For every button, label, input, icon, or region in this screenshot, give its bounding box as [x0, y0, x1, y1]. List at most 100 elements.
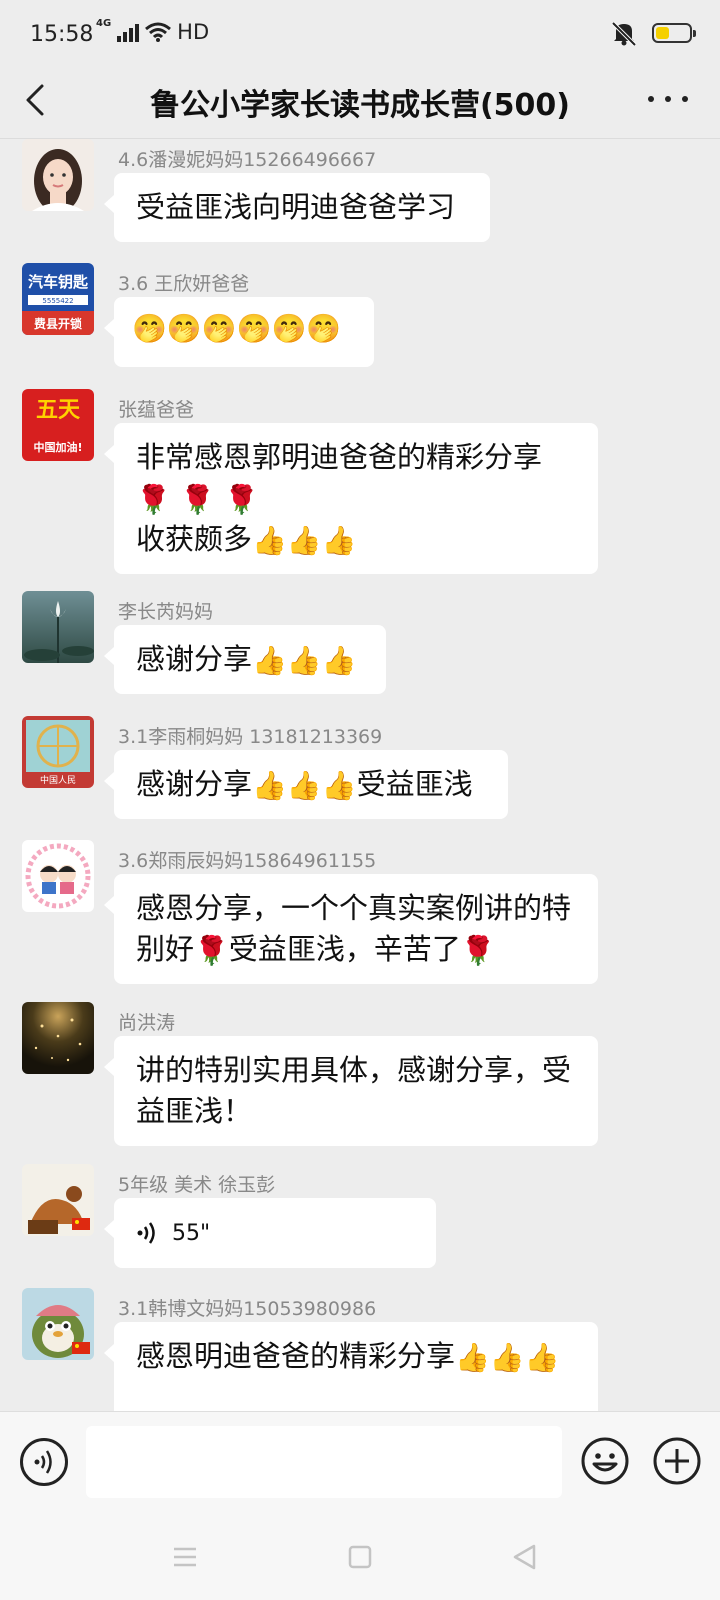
status-time: 15:58	[30, 22, 94, 47]
sender-name: 4.6潘漫妮妈妈15266496667	[118, 149, 377, 171]
message-text: 受益匪浅向明迪爸爸学习	[136, 190, 456, 224]
message-text: 感谢分享	[136, 642, 253, 676]
emoji: 🤭	[236, 312, 272, 345]
rose-emoji: 🌹	[460, 934, 496, 967]
thumbs-up-emoji: 👍	[286, 769, 322, 802]
mute-bell-icon	[611, 21, 637, 46]
status-right	[610, 20, 696, 46]
thumbs-up-emoji: 👍	[286, 644, 322, 677]
voice-toggle-icon	[34, 1450, 52, 1474]
avatar-text: 汽车钥匙	[28, 273, 89, 291]
rose-emoji: 🌹	[224, 483, 260, 516]
message-text: 受益匪浅	[356, 767, 473, 801]
input-bar	[0, 1411, 720, 1512]
home-button[interactable]	[343, 1540, 377, 1574]
thumbs-up-emoji: 👍	[524, 1341, 560, 1374]
dot	[682, 96, 688, 102]
sender-name: 3.1韩博文妈妈15053980986	[118, 1298, 377, 1320]
avatar[interactable]	[22, 591, 94, 663]
thumbs-up-emoji: 👍	[286, 524, 322, 557]
emoji: 🤭	[271, 312, 307, 345]
message-bubble[interactable]: 感谢分享👍👍👍受益匪浅	[104, 750, 508, 819]
sender-name: 3.6 王欣妍爸爸	[118, 273, 250, 295]
signal-icon	[117, 22, 140, 42]
message-text: 感恩明迪爸爸的精彩分享	[136, 1339, 456, 1373]
emoji: 🤭	[201, 312, 237, 345]
rose-emoji: 🌹	[136, 483, 171, 516]
avatar[interactable]	[22, 139, 94, 211]
avatar[interactable]: 中国人民	[22, 716, 94, 788]
avatar[interactable]: 五天 中国加油!	[22, 389, 94, 461]
message-text: 非常感恩郭明迪爸爸的精彩分享	[136, 440, 543, 474]
rose-emoji: 🌹	[194, 934, 229, 967]
message-text: 感谢分享	[136, 767, 253, 801]
message-bubble[interactable]: 非常感恩郭明迪爸爸的精彩分享 🌹 🌹 🌹 收获颇多👍👍👍	[104, 423, 598, 574]
message-bubble[interactable]: 感恩分享，一个个真实案例讲的特 别好🌹受益匪浅，辛苦了🌹	[104, 874, 598, 984]
thumbs-up-emoji: 👍	[252, 524, 287, 557]
message-bubble[interactable]: 讲的特别实用具体，感谢分享，受 益匪浅！	[104, 1036, 598, 1146]
message-text: 感恩分享，一个个真实案例讲的特	[136, 891, 572, 925]
avatar[interactable]	[22, 1002, 94, 1074]
voice-toggle-button[interactable]	[20, 1438, 68, 1486]
back-triangle-icon	[513, 1544, 536, 1570]
avatar-text: 5555422	[42, 297, 73, 305]
thumbs-up-emoji: 👍	[321, 644, 357, 677]
sender-name: 李长芮妈妈	[118, 601, 214, 623]
voice-message-bubble[interactable]: 55"	[104, 1198, 436, 1268]
avatar[interactable]	[22, 840, 94, 912]
sender-name: 张蕴爸爸	[118, 399, 195, 421]
emoji: 🤭	[306, 312, 342, 345]
menu-lines-icon	[174, 1547, 196, 1567]
rose-emoji: 🌹	[180, 483, 215, 516]
emoji-row: 🌹 🌹 🌹	[136, 478, 576, 519]
message-line: 收获颇多👍👍👍	[136, 519, 576, 560]
thumbs-up-emoji: 👍	[321, 769, 357, 802]
recents-button[interactable]	[168, 1540, 202, 1574]
avatar-text: 中国加油!	[33, 440, 82, 454]
sender-name: 3.1李雨桐妈妈 13181213369	[118, 726, 383, 748]
avatar[interactable]	[22, 1288, 94, 1360]
emoji-face-icon	[581, 1437, 629, 1485]
chat-title: 鲁公小学家长读书成长营(500)	[149, 88, 571, 123]
message-text: 益匪浅！	[136, 1094, 253, 1128]
avatar-text: 五天	[36, 397, 81, 423]
dot	[665, 96, 671, 102]
thumbs-up-emoji: 👍	[489, 1341, 525, 1374]
message-list[interactable]: 4.6潘漫妮妈妈15266496667 受益匪浅向明迪爸爸学习 汽车钥匙 555…	[0, 139, 720, 1411]
hd-label: HD	[177, 20, 210, 44]
battery-icon	[652, 23, 696, 43]
more-actions-button[interactable]	[652, 1436, 702, 1486]
chat-header: 鲁公小学家长读书成长营(500)	[0, 66, 720, 139]
message-text: 讲的特别实用具体，感谢分享，受	[136, 1053, 572, 1087]
emoji: 🤭	[132, 312, 167, 345]
avatar[interactable]	[22, 1164, 94, 1236]
voice-wave-icon	[137, 1222, 155, 1244]
thumbs-up-emoji: 👍	[321, 524, 357, 557]
message-text: 收获颇多	[136, 522, 253, 556]
message-bubble[interactable]: 感谢分享👍👍👍	[104, 625, 386, 694]
system-back-button[interactable]	[508, 1540, 542, 1574]
avatar[interactable]: 汽车钥匙 5555422 费县开锁	[22, 263, 94, 335]
sender-name: 3.6郑雨辰妈妈15864961155	[118, 850, 377, 872]
system-navigation-bar	[0, 1512, 720, 1600]
voice-duration: 55"	[172, 1220, 211, 1246]
status-bar: 15:58 4G HD	[0, 0, 720, 70]
message-bubble[interactable]: 受益匪浅向明迪爸爸学习	[104, 173, 490, 242]
message-bubble[interactable]: 感恩明迪爸爸的精彩分享👍👍👍	[104, 1322, 598, 1411]
network-type: 4G	[96, 18, 112, 29]
wifi-icon	[145, 22, 172, 42]
plus-circle-icon	[653, 1437, 701, 1485]
network-indicator: 4G HD	[96, 18, 210, 45]
message-input[interactable]	[86, 1426, 562, 1498]
more-button[interactable]	[648, 84, 688, 114]
dot	[648, 96, 654, 102]
emoji: 🤭	[166, 312, 202, 345]
avatar-text: 中国人民	[40, 774, 76, 786]
sender-name: 尚洪涛	[118, 1012, 176, 1034]
sender-name: 5年级 美术 徐玉彭	[118, 1174, 276, 1196]
home-square-icon	[348, 1545, 372, 1569]
message-bubble[interactable]: 🤭🤭🤭🤭🤭🤭	[104, 297, 374, 367]
message-text: 受益匪浅，辛苦了	[228, 932, 461, 966]
thumbs-up-emoji: 👍	[252, 769, 287, 802]
emoji-button[interactable]	[580, 1436, 630, 1486]
